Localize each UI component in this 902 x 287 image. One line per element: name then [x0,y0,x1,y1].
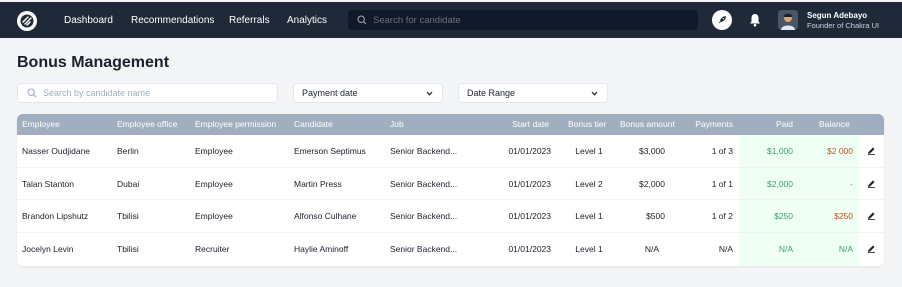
col-start-date[interactable]: Start date [487,114,549,135]
cell-job: Senior Backend... [390,146,458,156]
cell-candidate: Martin Press [294,178,342,189]
col-payments[interactable]: Payments [677,114,733,135]
candidate-name-search[interactable] [17,83,278,103]
cell-bonus-amount: $500 [646,211,665,221]
cell-job: Senior Backend... [390,211,458,221]
col-candidate[interactable]: Candidate [294,114,333,135]
user-role: Founder of Chakra UI [807,21,880,30]
search-icon [27,88,37,98]
cell-bonus-tier: Level 1 [575,211,603,221]
logo-icon[interactable] [17,11,37,31]
col-employee-permission[interactable]: Employee permission [195,114,276,135]
cell-paid: $1,000 [767,146,793,156]
payment-date-label: Payment date [302,88,358,98]
avatar[interactable] [778,10,798,30]
date-range-select[interactable]: Date Range [458,83,608,103]
col-job[interactable]: Job [390,114,404,135]
bonus-table: Employee Employee office Employee permis… [17,114,884,266]
cell-candidate: Alfonso Culhane [294,211,357,221]
cell-payments: N/A [718,243,733,254]
cell-employee: Nasser Oudjidane [22,146,91,156]
cell-bonus-tier: Level 1 [575,146,603,156]
cell-start-date: 01/01/2023 [508,243,551,254]
cell-start-date: 01/01/2023 [508,178,551,189]
cell-start-date: 01/01/2023 [508,211,551,221]
cell-balance: - [850,178,853,189]
cell-balance: $2 000 [827,146,853,156]
cell-candidate: Emerson Septimus [294,146,366,156]
edit-icon[interactable] [867,244,876,253]
cell-employee: Jocelyn Levin [22,243,74,254]
cell-paid: $250 [774,211,793,221]
nav-dashboard[interactable]: Dashboard [64,2,113,38]
table-row[interactable]: Nasser Oudjidane Berlin Employee Emerson… [17,135,884,168]
table-row[interactable]: Jocelyn Levin Tbilisi Recruiter Haylie A… [17,233,884,266]
edit-icon[interactable] [867,211,876,220]
cell-candidate: Haylie Aminoff [294,243,349,254]
user-name: Segun Adebayo [807,11,868,20]
cell-bonus-amount: $3,000 [639,146,665,156]
chevron-down-icon [426,91,433,96]
cell-payments: 1 of 3 [711,146,733,156]
table-row[interactable]: Talan Stanton Dubai Employee Martin Pres… [17,168,884,200]
col-balance[interactable]: Balance [819,114,850,135]
bell-icon[interactable] [749,13,761,27]
cell-bonus-amount: $2,000 [639,178,665,189]
cell-office: Dubai [117,178,140,189]
cell-job: Senior Backend... [390,178,458,189]
cell-permission: Recruiter [195,243,230,254]
nav-recommendations[interactable]: Recommendations [131,2,214,38]
nav-analytics[interactable]: Analytics [287,2,327,38]
col-bonus-tier[interactable]: Bonus tier [568,114,606,135]
edit-icon[interactable] [867,146,876,155]
rocket-icon[interactable] [712,10,732,30]
date-range-label: Date Range [467,88,516,98]
page-title: Bonus Management [17,54,170,71]
top-navbar: Dashboard Recommendations Referrals Anal… [0,2,902,38]
cell-start-date: 01/01/2023 [508,146,551,156]
cell-balance: $250 [834,211,853,221]
cell-bonus-tier: Level 2 [575,178,603,189]
cell-office: Berlin [117,146,139,156]
col-bonus-amount[interactable]: Bonus amount [620,114,675,135]
cell-balance: N/A [838,243,853,254]
cell-bonus-amount: N/A [644,243,659,254]
chevron-down-icon [591,91,598,96]
nav-referrals[interactable]: Referrals [229,2,270,38]
candidate-search-bar[interactable] [348,10,698,30]
cell-paid: $2,000 [767,178,793,189]
cell-permission: Employee [195,178,233,189]
cell-permission: Employee [195,146,233,156]
cell-payments: 1 of 2 [711,211,733,221]
edit-icon[interactable] [867,179,876,188]
cell-employee: Brandon Lipshutz [22,211,89,221]
payment-date-select[interactable]: Payment date [293,83,443,103]
table-header: Employee Employee office Employee permis… [17,114,884,135]
cell-payments: 1 of 1 [711,178,733,189]
cell-bonus-tier: Level 1 [575,243,603,254]
cell-office: Tbilisi [117,243,139,254]
candidate-name-input[interactable] [43,88,263,98]
col-employee-office[interactable]: Employee office [117,114,177,135]
table-row[interactable]: Brandon Lipshutz Tbilisi Employee Alfons… [17,200,884,233]
search-icon [357,15,367,25]
candidate-search-input[interactable] [373,14,673,26]
col-employee[interactable]: Employee [22,114,60,135]
cell-office: Tbilisi [117,211,139,221]
col-paid[interactable]: Paid [747,114,793,135]
cell-employee: Talan Stanton [22,178,74,189]
cell-job: Senior Backend... [390,243,458,254]
cell-paid: N/A [778,243,793,254]
cell-permission: Employee [195,211,233,221]
